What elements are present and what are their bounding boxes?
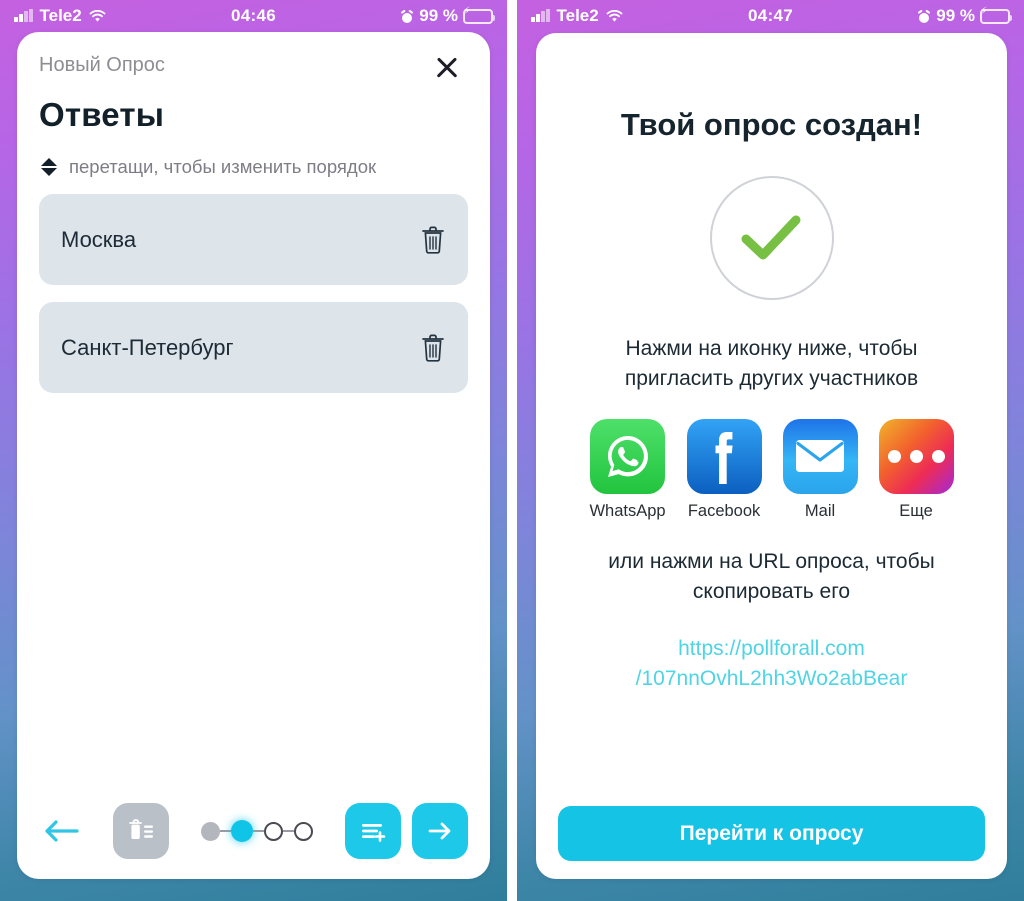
bottom-actions-group — [345, 803, 468, 859]
poll-url-link[interactable]: https://pollforall.com /107nnOvhL2hh3Wo2… — [636, 634, 908, 694]
share-label: Facebook — [687, 501, 761, 520]
dual-screenshot-container: Tele2 04:46 99 % ⚡ Новый Опрос Ответы пе… — [0, 0, 1024, 901]
answer-text: Санкт-Петербург — [61, 334, 234, 360]
answer-text: Москва — [61, 226, 137, 252]
facebook-icon — [686, 418, 762, 494]
success-title: Твой опрос создан! — [620, 107, 923, 142]
status-bar-left: Tele2 04:46 99 % ⚡ — [0, 0, 507, 32]
page-title: Ответы — [39, 96, 165, 133]
share-target-whatsapp[interactable]: WhatsApp — [589, 418, 666, 521]
drag-reorder-icon — [41, 156, 57, 178]
step-dot-4[interactable] — [294, 821, 313, 841]
checkmark-circle-icon — [709, 176, 834, 300]
poll-editor-card: Новый Опрос Ответы перетащи, чтобы измен… — [17, 32, 490, 879]
trash-icon[interactable] — [420, 333, 446, 363]
status-bar-right-group: 99 % ⚡ — [400, 6, 495, 26]
arrow-left-icon[interactable] — [43, 818, 81, 844]
share-label: Еще — [899, 501, 933, 520]
battery-percent-label: 99 % — [419, 6, 458, 25]
alarm-clock-icon — [400, 9, 414, 23]
reorder-hint: перетащи, чтобы изменить порядок — [17, 134, 490, 178]
share-target-mail[interactable]: Mail — [782, 418, 858, 521]
add-list-item-icon[interactable] — [345, 803, 401, 859]
poll-created-card: Твой опрос создан! Нажми на иконку ниже,… — [536, 33, 1007, 879]
trash-icon[interactable] — [420, 225, 446, 255]
poll-url-line-2: /107nnOvhL2hh3Wo2abBear — [635, 666, 908, 690]
battery-charging-icon: ⚡ — [463, 6, 495, 24]
battery-percent-label: 99 % — [936, 6, 975, 25]
battery-charging-icon: ⚡ — [980, 6, 1012, 24]
close-icon[interactable] — [430, 50, 464, 84]
share-target-facebook[interactable]: Facebook — [686, 418, 762, 521]
status-bar-right-group: 99 % ⚡ — [917, 6, 1012, 26]
mail-envelope-icon — [782, 418, 858, 494]
step-connector — [283, 830, 294, 832]
alarm-clock-icon — [917, 9, 931, 23]
step-connector — [220, 830, 231, 832]
success-body: Твой опрос создан! Нажми на иконку ниже,… — [536, 33, 1007, 806]
list-item[interactable]: Санкт-Петербург — [39, 302, 468, 393]
reorder-hint-label: перетащи, чтобы изменить порядок — [69, 156, 377, 177]
go-to-poll-button[interactable]: Перейти к опросу — [558, 806, 985, 861]
list-item[interactable]: Москва — [39, 194, 468, 285]
step-dot-3[interactable] — [264, 821, 283, 841]
status-bar-right: Tele2 04:47 99 % ⚡ — [517, 0, 1024, 32]
more-dots-icon — [878, 418, 954, 494]
card-footer: Перейти к опросу — [536, 806, 1007, 879]
editor-bottom-bar — [17, 783, 490, 879]
step-progress-indicator — [201, 820, 313, 842]
poll-url-line-1: https://pollforall.com — [678, 636, 865, 660]
step-dot-1[interactable] — [201, 821, 220, 841]
poll-subtitle: Новый Опрос — [39, 54, 165, 76]
phone-screen-right: Tele2 04:47 99 % ⚡ Твой опрос создан! На… — [517, 0, 1024, 901]
card-header: Новый Опрос — [17, 32, 490, 84]
share-target-more[interactable]: Еще — [878, 418, 954, 521]
share-targets-row: WhatsApp Facebook Mail Еще — [589, 418, 954, 521]
phone-screen-left: Tele2 04:46 99 % ⚡ Новый Опрос Ответы пе… — [0, 0, 507, 901]
delete-list-icon[interactable] — [113, 803, 169, 859]
whatsapp-icon — [590, 418, 665, 494]
step-connector — [253, 830, 264, 832]
answers-list: Москва Санкт-Петербург — [17, 178, 490, 393]
copy-instruction: или нажми на URL опроса, чтобы скопирова… — [608, 549, 935, 604]
step-dot-2[interactable] — [231, 820, 253, 842]
share-label: WhatsApp — [589, 501, 666, 520]
share-label: Mail — [804, 501, 836, 520]
arrow-right-icon[interactable] — [412, 803, 468, 859]
invite-instruction: Нажми на иконку ниже, чтобы пригласить д… — [624, 337, 919, 391]
